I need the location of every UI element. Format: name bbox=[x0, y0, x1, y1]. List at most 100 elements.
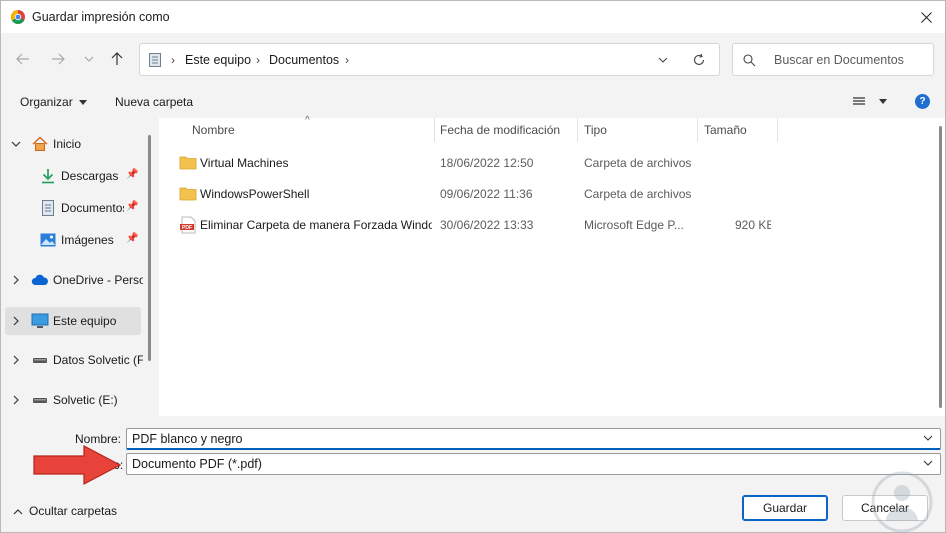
column-header-type[interactable]: Tipo bbox=[584, 123, 607, 137]
caret-down-icon bbox=[879, 99, 888, 104]
file-row[interactable]: WindowsPowerShell 09/06/2022 11:36 Carpe… bbox=[175, 181, 795, 207]
view-options-button[interactable] bbox=[852, 95, 888, 110]
new-folder-button[interactable]: Nueva carpeta bbox=[115, 95, 193, 109]
watermark-logo-icon bbox=[871, 471, 933, 533]
column-header-size[interactable]: Tamaño bbox=[704, 123, 747, 137]
chevron-down-icon[interactable] bbox=[11, 139, 21, 149]
address-bar[interactable]: › Este equipo › Documentos › bbox=[139, 43, 720, 76]
sidebar-item-label: Solvetic (E:) bbox=[53, 393, 118, 407]
navigation-pane: Inicio Descargas 📌 Documentos 📌 Imágenes… bbox=[1, 118, 159, 416]
organize-label: Organizar bbox=[20, 95, 73, 109]
navigation-bar: › Este equipo › Documentos › Buscar en D… bbox=[1, 33, 945, 85]
arrow-left-icon bbox=[16, 53, 29, 65]
window-title: Guardar impresión como bbox=[32, 10, 170, 24]
pdf-icon: PDF bbox=[180, 216, 196, 234]
recent-locations-button[interactable] bbox=[78, 50, 100, 68]
close-icon bbox=[920, 11, 932, 23]
sidebar-item-imagenes[interactable]: Imágenes 📌 bbox=[1, 227, 143, 253]
pin-icon: 📌 bbox=[126, 233, 139, 244]
chevron-down-icon[interactable] bbox=[655, 52, 671, 68]
cloud-icon bbox=[31, 274, 48, 285]
hide-folders-label: Ocultar carpetas bbox=[29, 504, 118, 518]
file-row[interactable]: PDF Eliminar Carpeta de manera Forzada W… bbox=[175, 212, 795, 238]
file-date: 18/06/2022 12:50 bbox=[440, 156, 534, 170]
computer-location-icon bbox=[149, 53, 161, 67]
sidebar-item-descargas[interactable]: Descargas 📌 bbox=[1, 163, 143, 189]
sidebar-item-onedrive[interactable]: OneDrive - Personal bbox=[1, 267, 143, 293]
column-header-date[interactable]: Fecha de modificación bbox=[440, 123, 560, 137]
file-list: ^ Nombre Fecha de modificación Tipo Tama… bbox=[159, 115, 945, 416]
breadcrumb-documentos[interactable]: Documentos bbox=[269, 53, 339, 67]
sidebar-item-solvetic-e[interactable]: Solvetic (E:) bbox=[1, 387, 143, 413]
image-icon bbox=[40, 233, 56, 247]
chevron-right-icon[interactable] bbox=[11, 316, 21, 326]
folder-icon bbox=[179, 187, 197, 201]
sidebar-item-inicio[interactable]: Inicio bbox=[1, 131, 143, 157]
sidebar-item-label: Datos Solvetic (F:) bbox=[53, 353, 143, 367]
column-divider[interactable] bbox=[434, 118, 435, 142]
refresh-icon[interactable] bbox=[691, 52, 707, 68]
sidebar-item-label: Inicio bbox=[53, 137, 82, 151]
pin-icon: 📌 bbox=[126, 201, 139, 212]
save-button[interactable]: Guardar bbox=[742, 495, 828, 521]
sidebar-item-documentos[interactable]: Documentos 📌 bbox=[1, 195, 143, 221]
sidebar-item-este-equipo[interactable]: Este equipo bbox=[5, 307, 141, 335]
close-button[interactable] bbox=[907, 1, 945, 33]
file-list-scrollbar[interactable] bbox=[939, 126, 942, 408]
back-button[interactable] bbox=[12, 50, 34, 68]
drive-icon bbox=[33, 358, 47, 363]
chevron-right-icon[interactable] bbox=[11, 355, 21, 365]
svg-text:PDF: PDF bbox=[182, 225, 192, 231]
column-header-name[interactable]: Nombre bbox=[192, 123, 235, 137]
breadcrumb-este-equipo[interactable]: Este equipo bbox=[185, 53, 251, 67]
file-type: Carpeta de archivos bbox=[584, 156, 692, 170]
sidebar-item-label: Documentos bbox=[61, 201, 124, 215]
computer-icon bbox=[31, 313, 49, 328]
column-divider[interactable] bbox=[577, 118, 578, 142]
breadcrumb-separator[interactable]: › bbox=[345, 53, 349, 67]
filename-input[interactable]: PDF blanco y negro bbox=[126, 428, 941, 450]
file-name: Virtual Machines bbox=[200, 156, 289, 170]
breadcrumb-separator: › bbox=[171, 53, 175, 67]
file-type-select[interactable]: Documento PDF (*.pdf) bbox=[126, 453, 941, 475]
column-divider[interactable] bbox=[697, 118, 698, 142]
file-type-value: Documento PDF (*.pdf) bbox=[132, 457, 262, 471]
file-row[interactable]: Virtual Machines 18/06/2022 12:50 Carpet… bbox=[175, 150, 795, 176]
forward-button[interactable] bbox=[47, 50, 69, 68]
column-divider[interactable] bbox=[777, 118, 778, 142]
file-type: Carpeta de archivos bbox=[584, 187, 692, 201]
sidebar-scrollbar[interactable] bbox=[148, 135, 151, 361]
chevron-down-icon[interactable] bbox=[921, 456, 935, 470]
home-icon bbox=[32, 136, 48, 151]
sidebar-item-label: OneDrive - Personal bbox=[53, 273, 143, 287]
file-name: Eliminar Carpeta de manera Forzada Windo… bbox=[200, 218, 432, 232]
up-button[interactable] bbox=[106, 50, 128, 68]
help-button[interactable]: ? bbox=[915, 94, 930, 109]
chrome-icon bbox=[11, 10, 25, 24]
chevron-right-icon[interactable] bbox=[11, 395, 21, 405]
file-date: 09/06/2022 11:36 bbox=[440, 187, 533, 201]
save-dialog: Guardar impresión como › Este equipo › D… bbox=[0, 0, 946, 533]
search-box[interactable]: Buscar en Documentos bbox=[732, 43, 934, 76]
sidebar-item-label: Imágenes bbox=[61, 233, 114, 247]
save-options-panel: Nombre: PDF blanco y negro Tipo: Documen… bbox=[1, 416, 945, 532]
chevron-down-icon[interactable] bbox=[921, 431, 935, 445]
chevron-down-icon bbox=[84, 56, 94, 62]
breadcrumb-separator: › bbox=[256, 53, 260, 67]
arrow-right-icon bbox=[52, 53, 65, 65]
search-placeholder: Buscar en Documentos bbox=[774, 53, 904, 67]
chevron-right-icon[interactable] bbox=[11, 275, 21, 285]
caret-down-icon bbox=[79, 100, 88, 105]
file-date: 30/06/2022 13:33 bbox=[440, 218, 534, 232]
drive-icon bbox=[33, 398, 47, 403]
hide-folders-button[interactable]: Ocultar carpetas bbox=[13, 504, 117, 518]
title-bar: Guardar impresión como bbox=[1, 1, 945, 33]
arrow-up-icon bbox=[111, 52, 123, 65]
file-type: Microsoft Edge P... bbox=[584, 218, 684, 232]
folder-icon bbox=[179, 156, 197, 170]
sidebar-item-datos-solvetic[interactable]: Datos Solvetic (F:) bbox=[1, 347, 143, 373]
sidebar-item-label: Este equipo bbox=[53, 314, 117, 328]
organize-menu[interactable]: Organizar bbox=[20, 95, 88, 109]
document-icon bbox=[42, 200, 54, 216]
pin-icon: 📌 bbox=[126, 169, 139, 180]
